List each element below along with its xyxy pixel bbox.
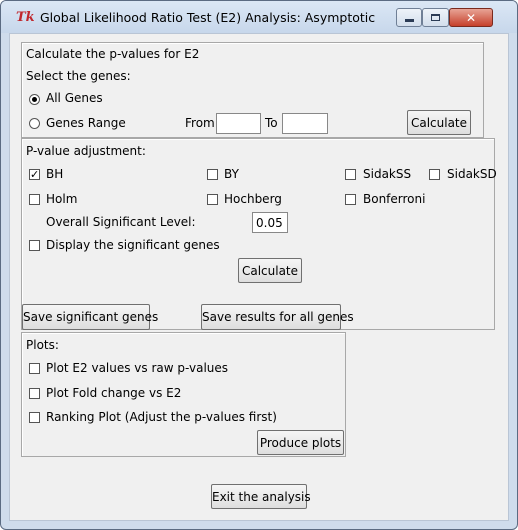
display-significant-checkbox[interactable] xyxy=(29,240,40,251)
exit-analysis-button[interactable]: Exit the analysis xyxy=(211,484,311,509)
produce-plots-button[interactable]: Produce plots xyxy=(257,430,344,455)
maximize-icon xyxy=(431,14,440,21)
close-button[interactable]: ✕ xyxy=(449,8,493,27)
by-label[interactable]: BY xyxy=(224,167,239,181)
bonferroni-label[interactable]: Bonferroni xyxy=(363,192,425,206)
save-significant-genes-button[interactable]: Save significant genes xyxy=(22,304,158,330)
app-window: Tk Global Likelihood Ratio Test (E2) Ana… xyxy=(0,0,518,530)
significance-level-input[interactable] xyxy=(252,212,288,233)
pvalue-adjustment-group xyxy=(21,138,495,330)
plot-e2-pvalues-label[interactable]: Plot E2 values vs raw p-values xyxy=(46,361,228,375)
ranking-plot-label[interactable]: Ranking Plot (Adjust the p-values first) xyxy=(46,410,277,424)
select-genes-label: Select the genes: xyxy=(26,69,131,83)
sidakss-checkbox[interactable] xyxy=(345,169,356,180)
calculate-pvalues-button[interactable]: Calculate xyxy=(407,110,471,135)
range-to-input[interactable] xyxy=(282,113,328,134)
all-genes-radio[interactable] xyxy=(29,94,40,105)
genes-range-label[interactable]: Genes Range xyxy=(46,116,126,130)
genes-range-radio[interactable] xyxy=(29,118,40,129)
adjustment-heading: P-value adjustment: xyxy=(26,144,146,158)
minimize-button[interactable] xyxy=(396,8,422,27)
hochberg-label[interactable]: Hochberg xyxy=(224,192,282,206)
by-checkbox[interactable] xyxy=(207,169,218,180)
minimize-icon xyxy=(404,19,414,22)
calculate-adjustment-button[interactable]: Calculate xyxy=(238,258,302,283)
range-from-input[interactable] xyxy=(216,113,261,134)
maximize-button[interactable] xyxy=(422,8,449,27)
sidaksd-label[interactable]: SidakSD xyxy=(447,167,497,181)
display-significant-label[interactable]: Display the significant genes xyxy=(46,238,220,252)
hochberg-checkbox[interactable] xyxy=(207,194,218,205)
bonferroni-checkbox[interactable] xyxy=(345,194,356,205)
title-bar[interactable]: Tk Global Likelihood Ratio Test (E2) Ana… xyxy=(1,1,517,33)
bh-checkbox[interactable]: ✓ xyxy=(29,169,40,180)
sidaksd-checkbox[interactable] xyxy=(429,169,440,180)
significance-level-label: Overall Significant Level: xyxy=(46,215,196,229)
holm-checkbox[interactable] xyxy=(29,194,40,205)
tk-app-icon: Tk xyxy=(16,10,35,25)
ranking-plot-checkbox[interactable] xyxy=(29,412,40,423)
plots-heading: Plots: xyxy=(26,338,59,352)
close-icon: ✕ xyxy=(465,10,477,25)
all-genes-label[interactable]: All Genes xyxy=(46,91,103,105)
plot-fold-change-label[interactable]: Plot Fold change vs E2 xyxy=(46,386,181,400)
plot-e2-pvalues-checkbox[interactable] xyxy=(29,363,40,374)
to-label: To xyxy=(265,116,278,130)
plot-fold-change-checkbox[interactable] xyxy=(29,388,40,399)
holm-label[interactable]: Holm xyxy=(46,192,77,206)
bh-label[interactable]: BH xyxy=(46,167,63,181)
client-area: Calculate the p-values for E2 Select the… xyxy=(9,33,509,521)
sidakss-label[interactable]: SidakSS xyxy=(363,167,411,181)
save-all-results-button[interactable]: Save results for all genes xyxy=(201,304,354,330)
window-title: Global Likelihood Ratio Test (E2) Analys… xyxy=(40,10,376,25)
pvalues-heading: Calculate the p-values for E2 xyxy=(26,47,200,61)
from-label: From xyxy=(185,116,215,130)
